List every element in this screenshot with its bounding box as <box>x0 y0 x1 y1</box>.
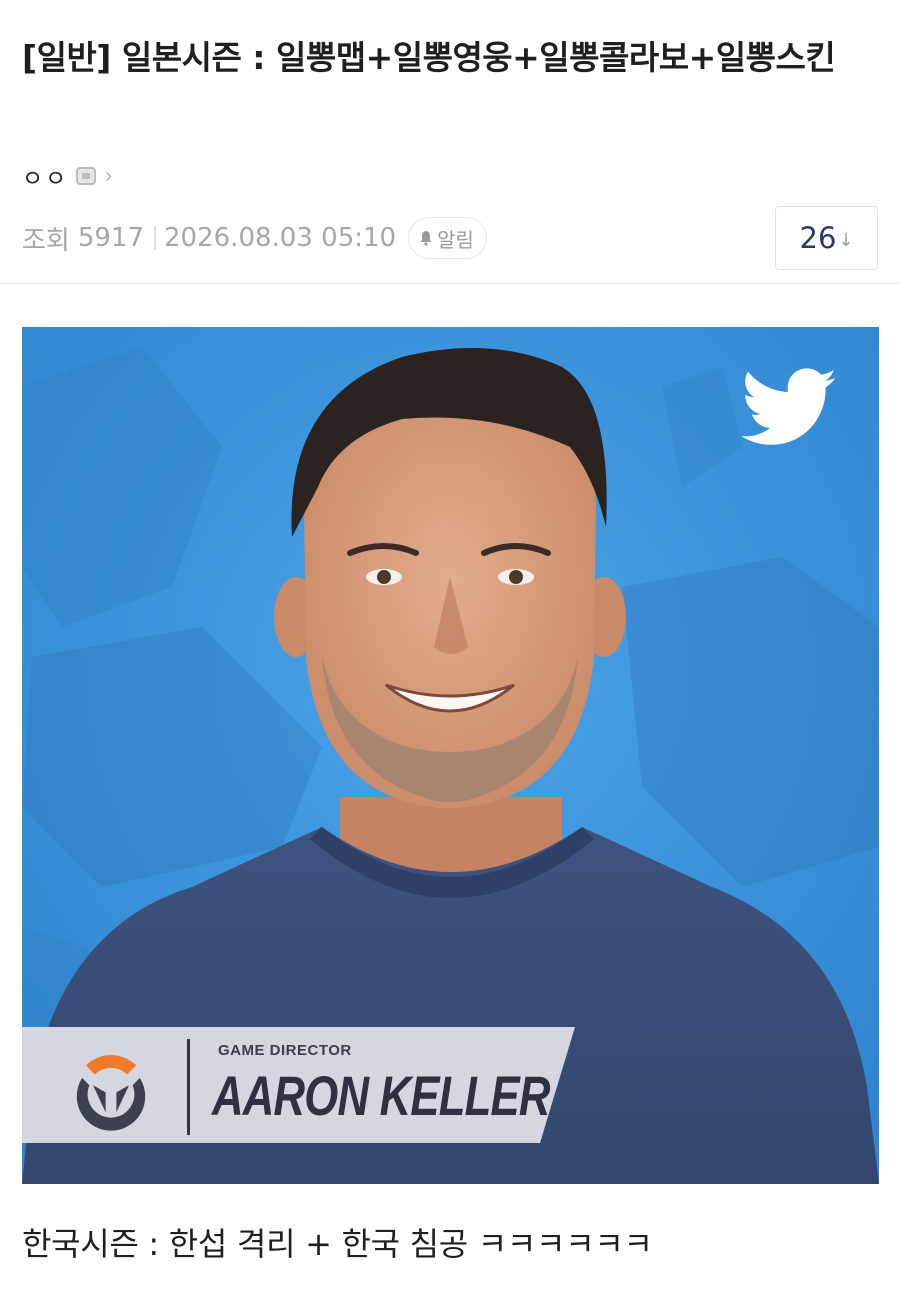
post-image[interactable]: GAME DIRECTOR AARON KELLER <box>22 327 879 1184</box>
meta-row: 조회 5917 2026.08.03 05:10 알림 <box>22 216 487 260</box>
notify-label: 알림 <box>437 227 474 252</box>
post-datetime: 2026.08.03 05:10 <box>164 223 397 253</box>
chevron-right-icon[interactable]: › <box>104 164 113 189</box>
nameplate-role: GAME DIRECTOR <box>218 1042 352 1059</box>
nameplate-divider <box>187 1039 190 1135</box>
nameplate-name: AARON KELLER <box>212 1064 550 1127</box>
badge-icon <box>76 167 97 185</box>
notify-button[interactable]: 알림 <box>408 217 487 259</box>
overwatch-logo-icon <box>66 1042 156 1132</box>
twitter-bird-icon <box>741 367 838 449</box>
post-body-text: 한국시즌 : 한섭 격리 + 한국 침공 ㅋㅋㅋㅋㅋㅋ <box>22 1225 653 1263</box>
views-count: 5917 <box>77 223 145 253</box>
author-row[interactable]: ㅇㅇ › <box>22 158 113 194</box>
comment-count: 26 <box>799 221 837 255</box>
bell-icon <box>419 230 433 246</box>
arrow-down-icon: ↓ <box>838 229 854 251</box>
comment-count-button[interactable]: 26 ↓ <box>775 206 878 270</box>
author-name[interactable]: ㅇㅇ <box>22 159 68 193</box>
header-divider <box>0 283 900 284</box>
views-label: 조회 <box>22 225 70 256</box>
nameplate: GAME DIRECTOR AARON KELLER <box>22 1027 575 1143</box>
meta-divider <box>154 226 157 250</box>
post-title: [일반] 일본시즌 : 일뽕맵+일뽕영웅+일뽕콜라보+일뽕스킨 <box>22 38 836 77</box>
